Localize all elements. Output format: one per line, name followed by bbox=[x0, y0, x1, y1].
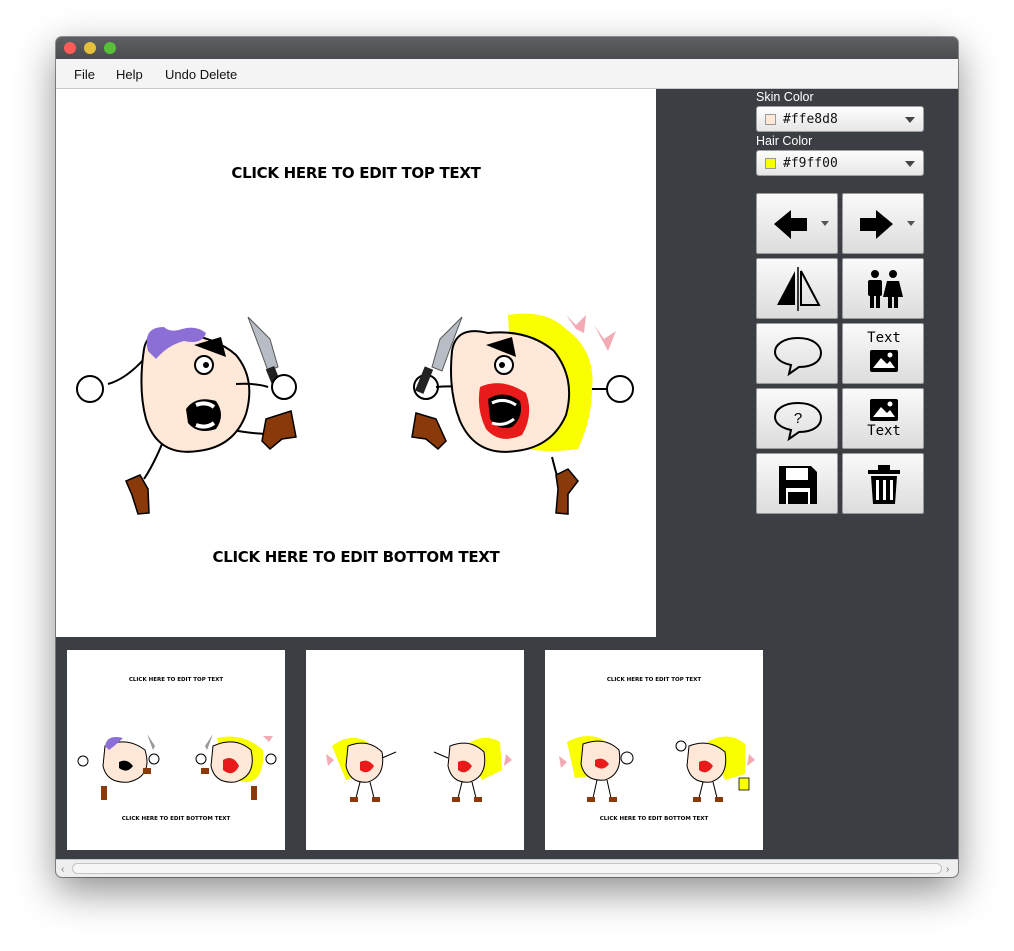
skin-color-dropdown[interactable]: #ffe8d8 bbox=[756, 106, 924, 132]
speech-bubble-button[interactable] bbox=[756, 323, 838, 384]
skin-color-swatch bbox=[765, 114, 776, 125]
question-mark: ? bbox=[794, 410, 802, 427]
speech-bubble-icon bbox=[773, 336, 823, 377]
text-below-image-button[interactable]: Text bbox=[842, 388, 924, 449]
scroll-left-arrow[interactable]: ‹ bbox=[61, 864, 64, 875]
thought-bubble-button[interactable]: ? bbox=[756, 388, 838, 449]
hair-color-label: Hair Color bbox=[756, 134, 813, 148]
menu-help[interactable]: Help bbox=[116, 67, 143, 82]
thumbnail-panel-2[interactable] bbox=[306, 650, 524, 850]
image-icon bbox=[870, 399, 898, 421]
flip-horizontal-button[interactable] bbox=[756, 258, 838, 319]
thumbnail-bottom-text: CLICK HERE TO EDIT BOTTOM TEXT bbox=[599, 816, 709, 822]
man-woman-icon bbox=[868, 270, 903, 308]
flip-horizontal-icon bbox=[777, 267, 821, 311]
title-bar bbox=[56, 37, 958, 59]
scrollbar-thumb[interactable] bbox=[72, 863, 942, 874]
scroll-right-arrow[interactable]: › bbox=[946, 864, 949, 875]
floppy-disk-icon bbox=[779, 466, 817, 504]
horizontal-scrollbar[interactable]: ‹ › bbox=[56, 859, 958, 877]
thumbnail-bottom-text: CLICK HERE TO EDIT BOTTOM TEXT bbox=[121, 816, 231, 822]
swap-gender-button[interactable] bbox=[842, 258, 924, 319]
dropdown-caret-icon[interactable] bbox=[821, 221, 829, 226]
app-window: File Help Undo Delete CLICK HERE TO EDIT… bbox=[56, 37, 958, 877]
menu-file[interactable]: File bbox=[74, 67, 95, 82]
chevron-down-icon bbox=[905, 117, 915, 123]
hair-color-value: #f9ff00 bbox=[783, 156, 838, 171]
menu-undo-delete[interactable]: Undo Delete bbox=[165, 67, 237, 82]
comic-canvas[interactable]: CLICK HERE TO EDIT TOP TEXT CLICK HERE T… bbox=[56, 89, 656, 637]
hair-color-dropdown[interactable]: #f9ff00 bbox=[756, 150, 924, 176]
left-character[interactable] bbox=[76, 316, 297, 515]
trash-icon bbox=[868, 465, 900, 504]
skin-color-label: Skin Color bbox=[756, 90, 814, 104]
minimize-window-button[interactable] bbox=[84, 42, 96, 54]
delete-button[interactable] bbox=[842, 453, 924, 514]
right-character[interactable] bbox=[411, 313, 634, 515]
thumbnail-top-text: CLICK HERE TO EDIT TOP TEXT bbox=[606, 677, 702, 683]
question-bubble-icon: ? bbox=[773, 401, 823, 442]
save-button[interactable] bbox=[756, 453, 838, 514]
text-above-image-button[interactable]: Text bbox=[842, 323, 924, 384]
chevron-down-icon bbox=[905, 161, 915, 167]
close-window-button[interactable] bbox=[64, 42, 76, 54]
previous-pose-button[interactable] bbox=[756, 193, 838, 254]
thumbnail-panel-3[interactable]: CLICK HERE TO EDIT TOP TEXT CLICK HERE T… bbox=[545, 650, 763, 850]
next-pose-button[interactable] bbox=[842, 193, 924, 254]
comic-scene[interactable] bbox=[56, 89, 656, 637]
dropdown-caret-icon[interactable] bbox=[907, 221, 915, 226]
zoom-window-button[interactable] bbox=[104, 42, 116, 54]
hair-color-swatch bbox=[765, 158, 776, 169]
thumbnail-scene bbox=[326, 737, 512, 802]
thumbnail-top-text: CLICK HERE TO EDIT TOP TEXT bbox=[128, 677, 224, 683]
image-icon bbox=[870, 350, 898, 372]
skin-color-value: #ffe8d8 bbox=[783, 112, 838, 127]
menu-bar: File Help Undo Delete bbox=[56, 59, 958, 89]
text-label: Text bbox=[867, 423, 901, 439]
thumbnail-panel-1[interactable]: CLICK HERE TO EDIT TOP TEXT CLICK HERE T… bbox=[67, 650, 285, 850]
